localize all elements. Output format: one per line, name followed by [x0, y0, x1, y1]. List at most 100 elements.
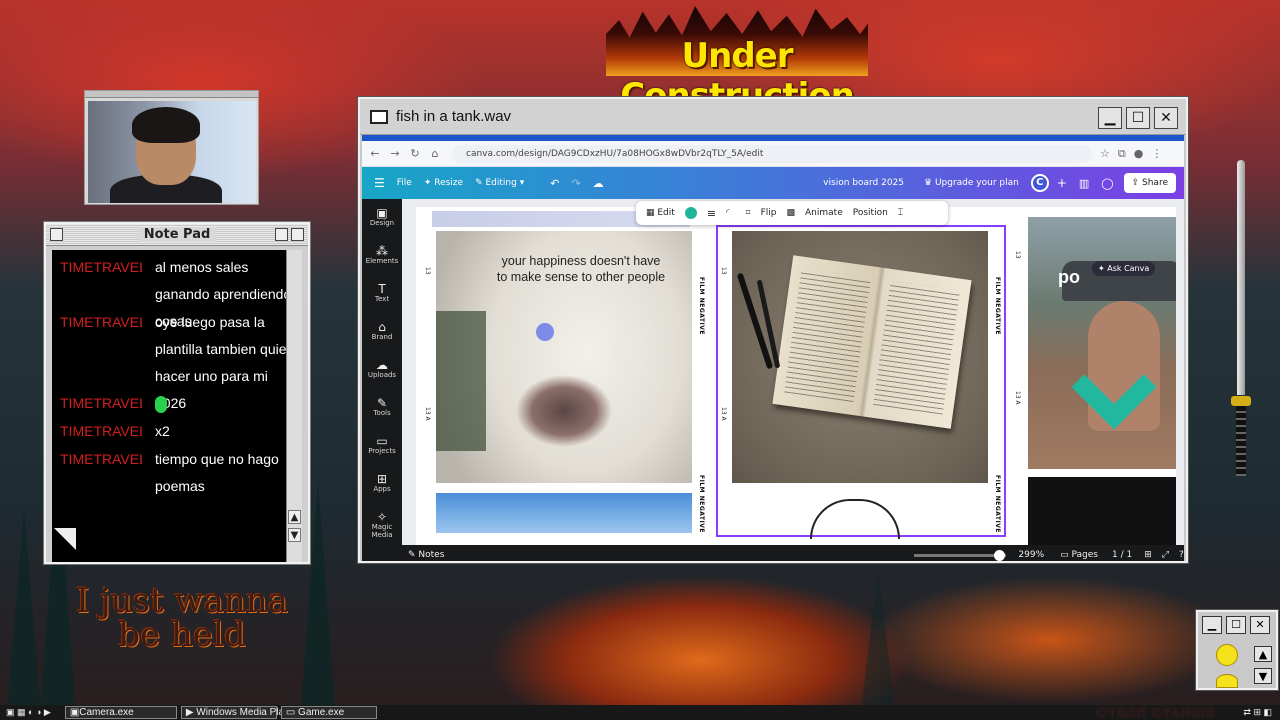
maximize-icon[interactable]: ☐ — [1226, 616, 1246, 634]
zoom-slider-knob[interactable] — [994, 549, 1006, 561]
board-quote[interactable]: your happiness doesn't have to make sens… — [496, 253, 666, 285]
chat-username: TIMETRAVEL... — [60, 395, 142, 411]
extensions-icon[interactable]: ⧉ — [1118, 147, 1126, 161]
avatar[interactable]: C — [1030, 174, 1049, 192]
vision-board-page[interactable]: your happiness doesn't have to make sens… — [416, 207, 1176, 545]
cloud-save-icon[interactable]: ☁ — [593, 177, 604, 190]
menu-dots-icon[interactable]: ⋮ — [1151, 147, 1162, 160]
sidebar-item-design[interactable]: ▣ Design — [362, 199, 402, 237]
grid-view-icon[interactable]: ⊞ — [1144, 550, 1152, 560]
notepad-title: Note Pad — [137, 227, 217, 242]
browser-viewport: ← → ↻ ⌂ canva.com/design/DAG9CDxzHU/7a08… — [362, 135, 1184, 561]
reload-icon[interactable]: ↻ — [408, 147, 422, 160]
page-count: 1 / 1 — [1112, 550, 1133, 560]
window-titlebar[interactable]: fish in a tank.wav — [360, 99, 1186, 135]
zoom-slider[interactable] — [914, 549, 1007, 561]
dog-photo[interactable]: your happiness doesn't have to make sens… — [436, 231, 692, 483]
overlay-text[interactable]: po — [1058, 267, 1080, 288]
help-icon[interactable]: ? — [1179, 550, 1184, 560]
scroll-up-icon[interactable]: ▲ — [1254, 646, 1272, 662]
redo-icon[interactable]: ↷ — [571, 177, 580, 190]
sidebar-item-apps[interactable]: ⊞ Apps — [362, 465, 402, 503]
collapse-box-icon[interactable] — [291, 228, 304, 241]
pen-icon: ✎ — [376, 396, 388, 410]
file-menu[interactable]: File — [397, 178, 412, 188]
frame-number: 13 A — [1014, 391, 1021, 405]
notepad-titlebar[interactable]: Note Pad — [46, 224, 308, 246]
position-button[interactable]: Position — [853, 208, 888, 218]
paint-format-icon[interactable]: ⌶ — [898, 208, 903, 218]
chat-username: TIMETRAVEL... — [60, 259, 142, 275]
dark-photo[interactable] — [1028, 477, 1176, 545]
scroll-down-icon[interactable]: ▼ — [288, 528, 301, 542]
flip-button[interactable]: Flip — [761, 208, 777, 218]
task-media-player[interactable]: ▶ Windows Media Pla — [180, 706, 284, 719]
notepad-scrollbar[interactable]: ▲ ▼ — [286, 250, 302, 562]
minimize-icon[interactable]: ▁ — [1202, 616, 1222, 634]
fullscreen-icon[interactable]: ⤢ — [1162, 550, 1169, 560]
sidebar-item-elements[interactable]: ⁂ Elements — [362, 237, 402, 275]
sidebar-item-projects[interactable]: ▭ Projects — [362, 427, 402, 465]
tray-icons[interactable]: ⇄ ⊞ ◧ — [1243, 707, 1272, 718]
close-icon[interactable]: ✕ — [1250, 616, 1270, 634]
task-game[interactable]: ▭ Game.exe — [280, 706, 377, 719]
comment-icon[interactable]: ◯ — [1101, 177, 1113, 190]
folder-icon: ▭ — [376, 434, 388, 448]
notebook-photo[interactable] — [732, 231, 988, 483]
minimize-button[interactable]: ▁ — [1098, 107, 1122, 129]
chart-icon[interactable]: ▥ — [1079, 177, 1089, 190]
design-canvas[interactable]: ▦ Edit ≡ ◜ ⌗ Flip ▩ Animate Position ⌶ y… — [402, 199, 1184, 545]
transparency-icon[interactable]: ▩ — [787, 208, 796, 218]
maximize-button[interactable]: ☐ — [1126, 107, 1150, 129]
scroll-up-icon[interactable]: ▲ — [288, 510, 301, 524]
tree-decoration — [860, 570, 896, 720]
back-icon[interactable]: ← — [368, 147, 382, 160]
animate-button[interactable]: Animate — [805, 208, 843, 218]
color-swatch[interactable] — [684, 207, 697, 219]
close-button[interactable]: ✕ — [1154, 107, 1178, 129]
resize-menu[interactable]: ✦ Resize — [424, 178, 463, 188]
document-title[interactable]: vision board 2025 — [823, 178, 904, 188]
quick-launch-icons[interactable]: ▣ ▦ ◐ ◑ ▶ — [6, 707, 51, 718]
border-style-icon[interactable]: ≡ — [707, 207, 716, 220]
tree-decoration — [6, 510, 42, 720]
film-label: FILM NEGATIVE — [994, 475, 1001, 534]
editing-menu[interactable]: ✎ Editing ▾ — [475, 178, 524, 188]
app-window: fish in a tank.wav ▁ ☐ ✕ ← → ↻ ⌂ canva.c… — [357, 96, 1189, 564]
add-icon[interactable]: + — [1057, 176, 1067, 190]
close-box-icon[interactable] — [50, 228, 63, 241]
zoom-level[interactable]: 299% — [1018, 550, 1044, 560]
film-label: FILM NEGATIVE — [698, 277, 705, 336]
hamburger-icon[interactable]: ☰ — [374, 176, 385, 190]
pages-button[interactable]: ▭ Pages — [1060, 550, 1098, 560]
ask-canva-button[interactable]: ✦ Ask Canva — [1092, 261, 1156, 276]
resize-corner-icon[interactable] — [54, 528, 76, 550]
share-button[interactable]: ⇪ Share — [1123, 173, 1176, 193]
game-photo[interactable]: po ✦ Ask Canva — [1028, 217, 1176, 469]
notes-button[interactable]: ✎ Notes — [408, 550, 444, 560]
forward-icon[interactable]: → — [388, 147, 402, 160]
sky-photo[interactable] — [436, 493, 692, 533]
profile-icon[interactable]: ● — [1134, 147, 1144, 160]
sidebar-item-brand[interactable]: ⌂ Brand — [362, 313, 402, 351]
home-icon[interactable]: ⌂ — [428, 147, 442, 160]
sidebar-item-uploads[interactable]: ☁ Uploads — [362, 351, 402, 389]
sidebar-item-magic-media[interactable]: ✧ Magic Media — [362, 503, 402, 541]
star-icon[interactable]: ☆ — [1100, 147, 1110, 160]
upgrade-button[interactable]: ♛ Upgrade your plan — [924, 178, 1019, 188]
crop-icon[interactable]: ⌗ — [746, 208, 751, 218]
sidebar-item-text[interactable]: T Text — [362, 275, 402, 313]
sidebar-item-tools[interactable]: ✎ Tools — [362, 389, 402, 427]
film-label: FILM NEGATIVE — [994, 277, 1001, 336]
notepad-window: Note Pad TIMETRAVEL... al menos sales ga… — [43, 221, 311, 565]
notebook — [772, 255, 972, 429]
scroll-down-icon[interactable]: ▼ — [1254, 668, 1272, 684]
zoom-box-icon[interactable] — [275, 228, 288, 241]
undo-icon[interactable]: ↶ — [550, 177, 559, 190]
edit-button[interactable]: ▦ Edit — [646, 208, 675, 218]
task-camera[interactable]: ▣Camera.exe — [64, 706, 177, 719]
corner-rounding-icon[interactable]: ◜ — [726, 208, 730, 218]
url-field[interactable]: canva.com/design/DAG9CDxzHU/7a08HOGx8wDV… — [452, 144, 1092, 163]
canva-statusbar: ✎ Notes 299% ▭ Pages 1 / 1 ⊞ ⤢ ? — [362, 545, 1184, 561]
chat-message: TIMETRAVEL... oye luego pasa la plantill… — [60, 309, 290, 411]
